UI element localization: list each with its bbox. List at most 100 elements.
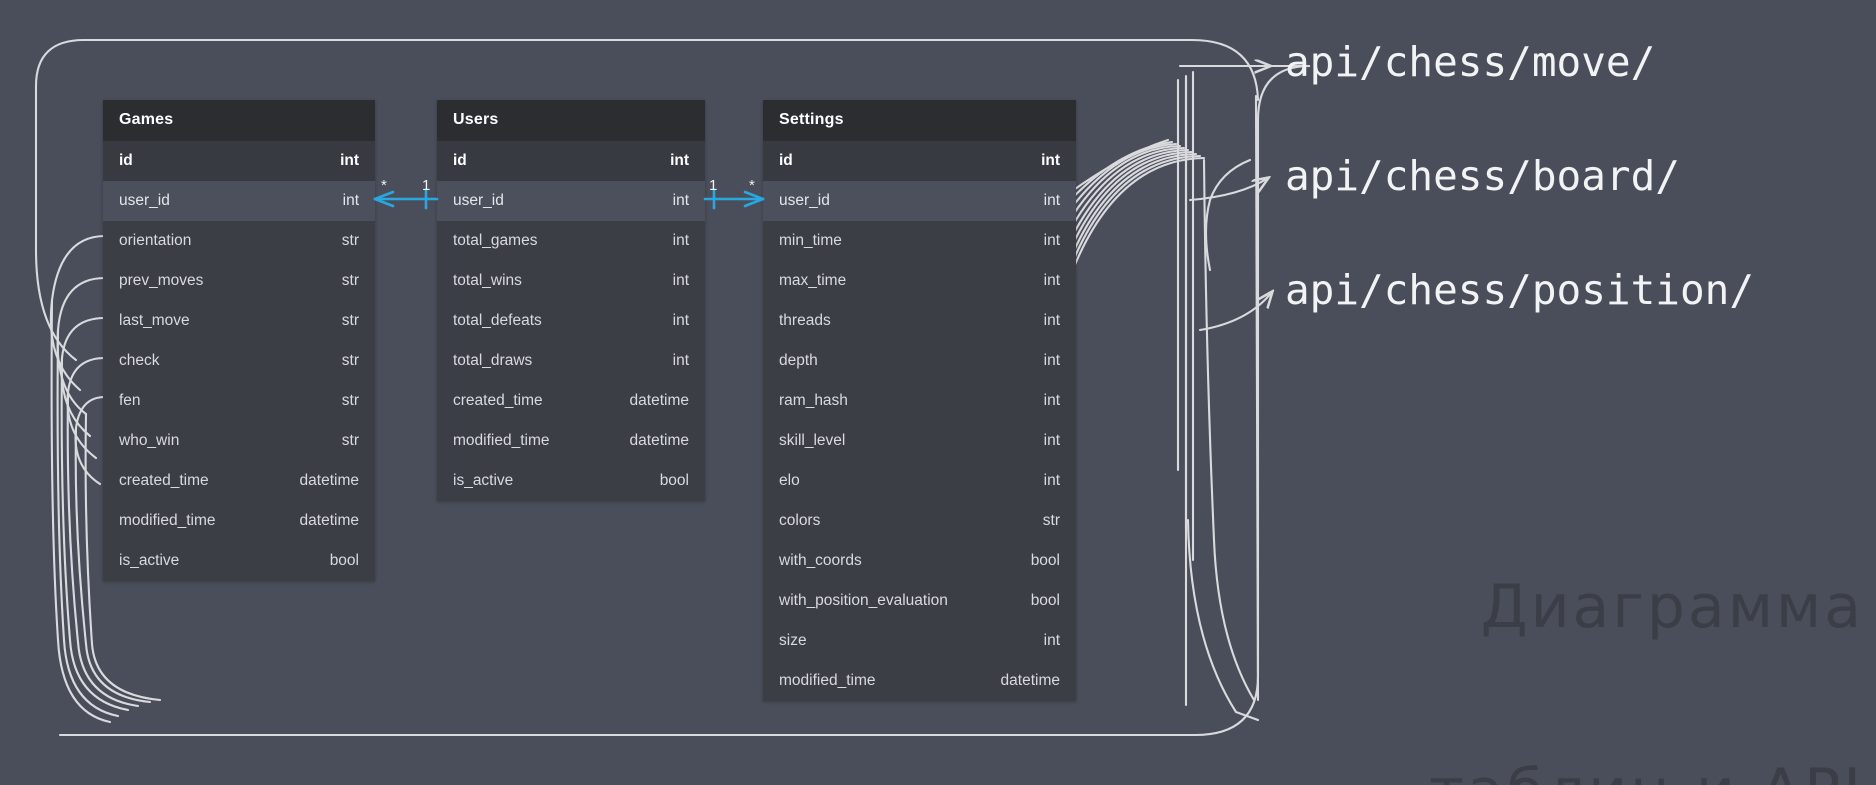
field-type: datetime [299, 472, 359, 489]
table-row[interactable]: size int [763, 621, 1076, 661]
table-title-settings: Settings [763, 100, 1076, 141]
field-name: elo [779, 472, 800, 489]
cardinality-games-side: * [381, 177, 387, 194]
table-row[interactable]: skill_level int [763, 421, 1076, 461]
table-row[interactable]: max_time int [763, 261, 1076, 301]
field-type: int [1043, 232, 1060, 249]
table-row[interactable]: modified_time datetime [763, 661, 1076, 701]
field-name: id [779, 152, 793, 169]
table-row[interactable]: fen str [103, 381, 375, 421]
table-row[interactable]: orientation str [103, 221, 375, 261]
field-name: max_time [779, 272, 847, 289]
field-type: int [1043, 432, 1060, 449]
field-type: datetime [629, 392, 689, 409]
entity-table-games[interactable]: Games id int user_id int orientation str… [103, 100, 375, 581]
field-type: bool [1030, 592, 1060, 609]
table-title-games: Games [103, 100, 375, 141]
field-name: depth [779, 352, 818, 369]
er-diagram-canvas: Диаграмма таблиц и API [0, 0, 1876, 785]
field-name: created_time [453, 392, 543, 409]
field-type: bool [1030, 552, 1060, 569]
field-name: modified_time [119, 512, 216, 529]
field-name: total_wins [453, 272, 522, 289]
table-row[interactable]: id int [763, 141, 1076, 181]
field-type: str [341, 392, 359, 409]
field-name: threads [779, 312, 831, 329]
table-body-users: id int user_id int total_games int total… [437, 141, 705, 501]
cardinality-users-right-side: 1 [709, 177, 718, 194]
field-name: is_active [453, 472, 514, 489]
table-row[interactable]: total_defeats int [437, 301, 705, 341]
table-row[interactable]: with_position_evaluation bool [763, 581, 1076, 621]
field-name: size [779, 632, 807, 649]
table-row[interactable]: check str [103, 341, 375, 381]
table-row[interactable]: prev_moves str [103, 261, 375, 301]
table-row[interactable]: min_time int [763, 221, 1076, 261]
field-type: str [341, 272, 359, 289]
table-row[interactable]: user_id int [437, 181, 705, 221]
field-type: int [340, 152, 359, 169]
field-type: datetime [299, 512, 359, 529]
table-row[interactable]: user_id int [763, 181, 1076, 221]
field-name: with_coords [779, 552, 862, 569]
table-row[interactable]: last_move str [103, 301, 375, 341]
field-name: ram_hash [779, 392, 848, 409]
api-endpoint-move[interactable]: api/chess/move/ [1285, 38, 1655, 86]
table-row[interactable]: threads int [763, 301, 1076, 341]
field-type: int [1043, 352, 1060, 369]
field-type: int [672, 352, 689, 369]
entity-table-users[interactable]: Users id int user_id int total_games int… [437, 100, 705, 501]
table-row[interactable]: depth int [763, 341, 1076, 381]
field-name: is_active [119, 552, 180, 569]
table-row[interactable]: created_time datetime [103, 461, 375, 501]
field-name: last_move [119, 312, 190, 329]
field-name: total_games [453, 232, 538, 249]
api-endpoint-board[interactable]: api/chess/board/ [1285, 152, 1680, 200]
field-name: modified_time [453, 432, 550, 449]
field-name: total_draws [453, 352, 533, 369]
field-type: str [1042, 512, 1060, 529]
table-row[interactable]: who_win str [103, 421, 375, 461]
field-type: datetime [629, 432, 689, 449]
table-row[interactable]: is_active bool [103, 541, 375, 581]
table-row[interactable]: elo int [763, 461, 1076, 501]
field-name: colors [779, 512, 821, 529]
field-type: str [341, 312, 359, 329]
field-name: created_time [119, 472, 209, 489]
field-name: orientation [119, 232, 192, 249]
table-body-games: id int user_id int orientation str prev_… [103, 141, 375, 581]
field-type: int [672, 312, 689, 329]
table-row[interactable]: colors str [763, 501, 1076, 541]
field-type: int [672, 272, 689, 289]
field-type: int [1043, 312, 1060, 329]
field-name: fen [119, 392, 141, 409]
table-row[interactable]: is_active bool [437, 461, 705, 501]
table-row[interactable]: modified_time datetime [437, 421, 705, 461]
field-name: user_id [119, 192, 170, 209]
field-type: str [341, 432, 359, 449]
table-row[interactable]: total_games int [437, 221, 705, 261]
field-name: user_id [453, 192, 504, 209]
field-name: total_defeats [453, 312, 542, 329]
field-type: int [342, 192, 359, 209]
arrow-to-api-position [1198, 292, 1272, 332]
api-endpoint-position[interactable]: api/chess/position/ [1285, 266, 1754, 314]
table-row[interactable]: total_wins int [437, 261, 705, 301]
table-row[interactable]: user_id int [103, 181, 375, 221]
field-name: min_time [779, 232, 842, 249]
table-row[interactable]: modified_time datetime [103, 501, 375, 541]
table-row[interactable]: created_time datetime [437, 381, 705, 421]
field-type: int [672, 192, 689, 209]
table-title-users: Users [437, 100, 705, 141]
field-name: user_id [779, 192, 830, 209]
field-type: int [1043, 472, 1060, 489]
table-row[interactable]: id int [103, 141, 375, 181]
table-row[interactable]: with_coords bool [763, 541, 1076, 581]
field-name: id [453, 152, 467, 169]
entity-table-settings[interactable]: Settings id int user_id int min_time int… [763, 100, 1076, 701]
field-type: int [1043, 632, 1060, 649]
field-name: modified_time [779, 672, 876, 689]
table-row[interactable]: ram_hash int [763, 381, 1076, 421]
table-row[interactable]: id int [437, 141, 705, 181]
table-row[interactable]: total_draws int [437, 341, 705, 381]
